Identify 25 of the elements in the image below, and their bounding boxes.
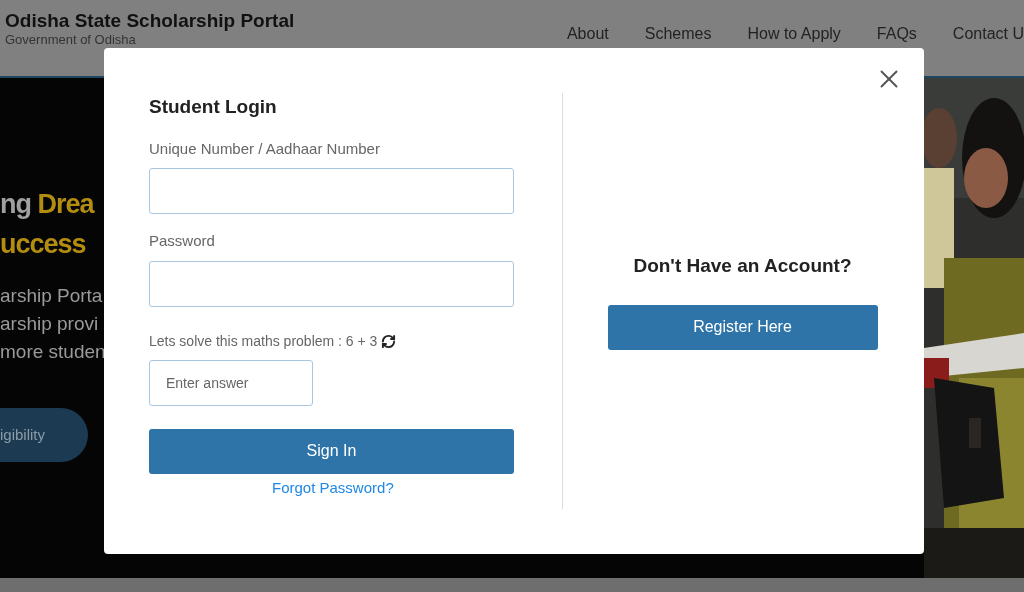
forgot-password-link[interactable]: Forgot Password? (272, 476, 394, 499)
captcha-prompt: Lets solve this maths problem : 6 + 3 (149, 331, 378, 351)
sign-in-button[interactable]: Sign In (149, 428, 514, 474)
nav-link[interactable]: About (566, 22, 609, 42)
nav-link[interactable]: FAQs (876, 22, 917, 42)
input-field[interactable] (149, 168, 514, 214)
eligibility-button[interactable]: igibility (0, 408, 88, 462)
nav-link[interactable]: Contact U (952, 22, 1024, 42)
input-field[interactable] (149, 260, 514, 307)
field-label: Unique Number / Aadhaar Number (149, 138, 380, 159)
hero-text: arship Porta (0, 284, 103, 308)
modal-title: Student Login (149, 95, 277, 119)
hero-heading: uccess (0, 228, 86, 261)
site-subtitle: Government of Odisha (5, 32, 137, 48)
answer-field[interactable]: Enter answer (149, 359, 313, 406)
register-button[interactable]: Register Here (607, 304, 878, 350)
hero-text: arship provi (0, 312, 99, 336)
refresh-icon[interactable] (381, 333, 397, 349)
site-title: Odisha State Scholarship Portal (5, 10, 295, 32)
nav-link[interactable]: How to Apply (747, 22, 841, 42)
hero-text: more studen (0, 340, 104, 364)
nav-link[interactable]: Schemes (644, 22, 712, 42)
register-heading: Don't Have an Account? (633, 254, 852, 278)
field-label: Password (149, 231, 215, 251)
hero-heading: ng Drea (0, 188, 94, 221)
